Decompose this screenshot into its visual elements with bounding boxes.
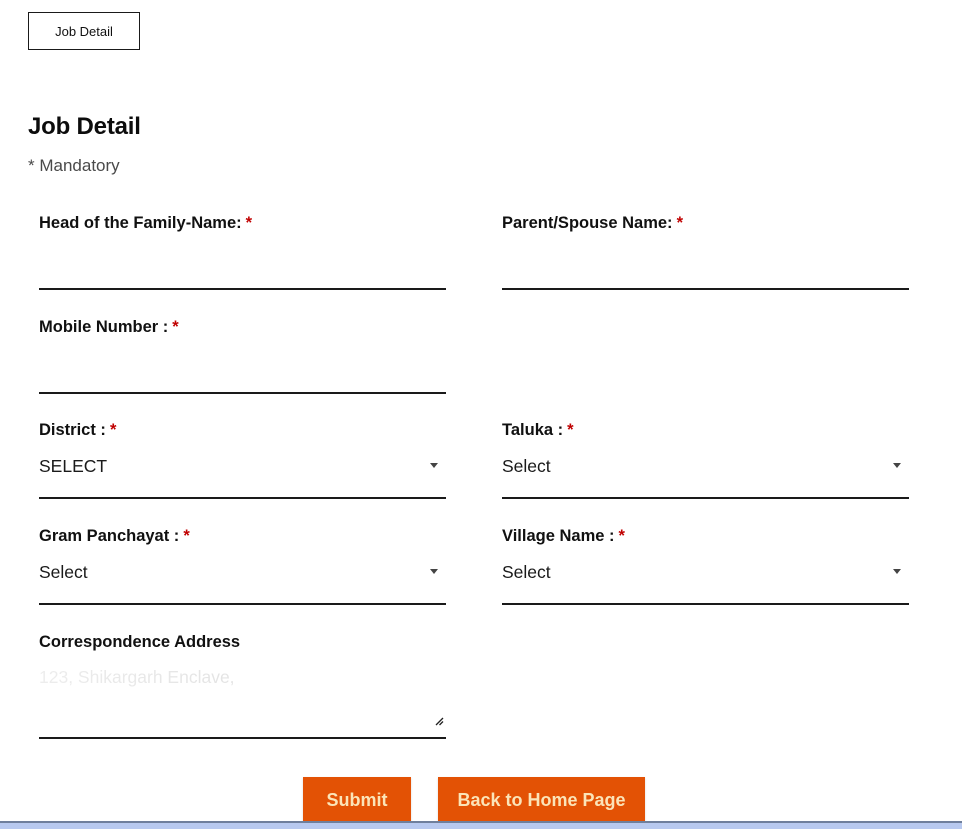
chevron-down-icon xyxy=(430,463,438,468)
page-title: Job Detail xyxy=(28,113,141,140)
village-name-selected-value: Select xyxy=(502,562,551,582)
correspondence-address-field: Correspondence Address 123, Shikargarh E… xyxy=(39,631,446,741)
village-name-label: Village Name : * xyxy=(502,527,625,545)
taluka-selected-value: Select xyxy=(502,456,551,476)
required-marker: * xyxy=(183,527,190,545)
parent-spouse-label: Parent/Spouse Name: * xyxy=(502,214,683,232)
taluka-select[interactable]: Select xyxy=(502,453,909,483)
textarea-underline xyxy=(39,737,446,739)
chevron-down-icon xyxy=(893,569,901,574)
select-underline xyxy=(502,603,909,605)
select-underline xyxy=(39,603,446,605)
village-name-select[interactable]: Select xyxy=(502,559,909,589)
gram-panchayat-field: Gram Panchayat : * Select xyxy=(39,525,446,607)
job-detail-tab[interactable]: Job Detail xyxy=(28,12,140,50)
back-to-home-button[interactable]: Back to Home Page xyxy=(438,777,645,823)
gram-panchayat-selected-value: Select xyxy=(39,562,88,582)
mobile-number-field: Mobile Number : * xyxy=(39,316,446,396)
select-underline xyxy=(39,497,446,499)
parent-spouse-input[interactable] xyxy=(502,256,909,280)
gram-panchayat-select[interactable]: Select xyxy=(39,559,446,589)
mobile-number-input[interactable] xyxy=(39,360,446,384)
head-of-family-field: Head of the Family-Name: * xyxy=(39,212,446,292)
select-underline xyxy=(502,497,909,499)
submit-button[interactable]: Submit xyxy=(303,777,411,823)
head-of-family-input[interactable] xyxy=(39,256,446,280)
head-of-family-label: Head of the Family-Name: * xyxy=(39,214,253,232)
required-marker: * xyxy=(676,214,683,232)
correspondence-address-textarea[interactable]: 123, Shikargarh Enclave, xyxy=(39,667,439,723)
input-underline xyxy=(39,288,446,290)
chevron-down-icon xyxy=(893,463,901,468)
village-name-field: Village Name : * Select xyxy=(502,525,909,607)
input-underline xyxy=(502,288,909,290)
correspondence-address-label: Correspondence Address xyxy=(39,633,241,651)
parent-spouse-field: Parent/Spouse Name: * xyxy=(502,212,909,292)
district-label: District : * xyxy=(39,421,117,439)
district-field: District : * SELECT xyxy=(39,419,446,501)
taluka-label: Taluka : * xyxy=(502,421,574,439)
taluka-field: Taluka : * Select xyxy=(502,419,909,501)
required-marker: * xyxy=(618,527,625,545)
gram-panchayat-label: Gram Panchayat : * xyxy=(39,527,190,545)
resize-handle-icon[interactable] xyxy=(434,716,444,726)
district-selected-value: SELECT xyxy=(39,456,108,476)
required-marker: * xyxy=(245,214,253,232)
chevron-down-icon xyxy=(430,569,438,574)
mobile-number-label: Mobile Number : * xyxy=(39,318,179,336)
required-marker: * xyxy=(567,421,574,439)
required-marker: * xyxy=(172,318,179,336)
required-marker: * xyxy=(109,421,117,439)
input-underline xyxy=(39,392,446,394)
taskbar xyxy=(0,821,962,829)
district-select[interactable]: SELECT xyxy=(39,453,446,483)
mandatory-note: * Mandatory xyxy=(28,156,120,175)
